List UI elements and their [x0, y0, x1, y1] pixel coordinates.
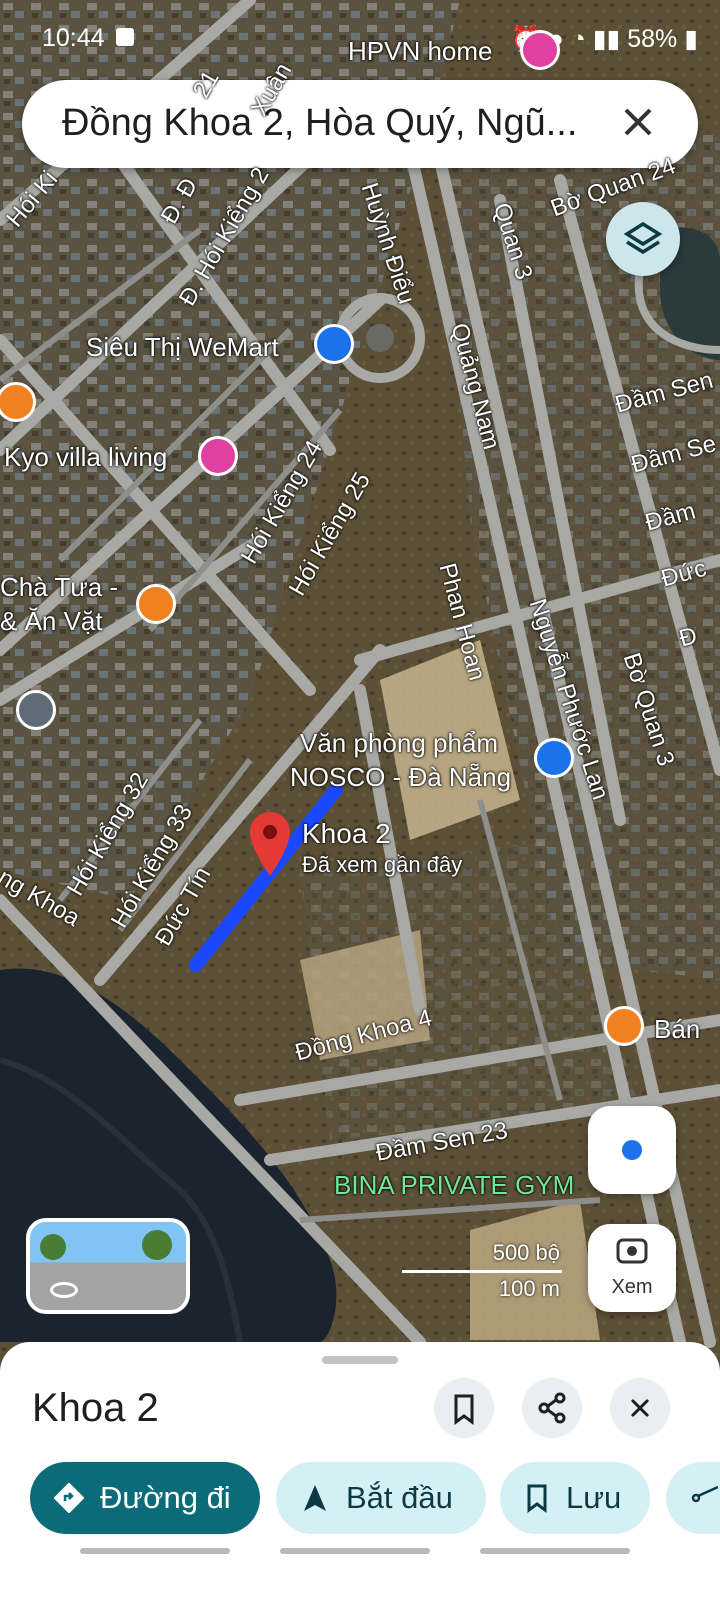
restaurant-poi-icon[interactable] [604, 1006, 644, 1046]
share-icon [691, 1485, 718, 1503]
place-label-cha-tua-2[interactable]: & Ăn Vặt [0, 606, 103, 637]
camera-search-button[interactable]: Xem [588, 1224, 676, 1312]
search-query[interactable]: Đồng Khoa 2, Hòa Quý, Ngũ... [62, 102, 577, 145]
battery-icon: ▮ [684, 25, 698, 53]
nav-indicator[interactable] [280, 1548, 430, 1554]
search-bar[interactable]: Đồng Khoa 2, Hòa Quý, Ngũ... [22, 80, 698, 168]
signal-icon: ▮▮ [592, 25, 621, 53]
directions-icon [54, 1483, 84, 1513]
map-scale: 500 bộ 100 m [402, 1240, 570, 1301]
hotel-poi-icon[interactable] [520, 30, 560, 70]
wifi-icon: ◔ [570, 25, 586, 53]
map-pin-icon[interactable] [248, 812, 292, 878]
shopping-bag-poi-icon[interactable] [534, 738, 574, 778]
battery-percent: 58% [627, 25, 678, 53]
notification-icon [116, 28, 134, 46]
close-icon [630, 1398, 650, 1418]
place-label-cha-tua[interactable]: Chà Tưa - [0, 572, 118, 603]
nav-indicator[interactable] [80, 1548, 230, 1554]
place-label-hpvn-home[interactable]: HPVN home [348, 36, 493, 67]
street-view-thumbnail[interactable] [26, 1218, 190, 1314]
share-chip-button[interactable] [666, 1462, 720, 1534]
pin-subtitle: Đã xem gần đây [302, 852, 463, 877]
navigation-arrow-icon [304, 1485, 326, 1511]
layers-button[interactable] [606, 202, 680, 276]
location-marker-icon[interactable] [16, 690, 56, 730]
rotate-360-icon [50, 1282, 78, 1298]
place-title: Khoa 2 [32, 1386, 159, 1430]
place-label-banh[interactable]: Bán [654, 1014, 700, 1045]
start-label: Bắt đầu [346, 1480, 453, 1515]
bookmark-icon [527, 1484, 547, 1513]
close-sheet-button[interactable] [610, 1378, 670, 1438]
scale-line [402, 1270, 562, 1273]
place-label-nosco[interactable]: NOSCO - Đà Nẵng [290, 762, 511, 793]
shopping-cart-poi-icon[interactable] [314, 324, 354, 364]
system-nav-bar [0, 1548, 720, 1600]
start-button[interactable]: Bắt đầu [276, 1462, 486, 1534]
save-button[interactable]: Lưu [500, 1462, 650, 1534]
pin-title[interactable]: Khoa 2 [302, 818, 391, 850]
save-bookmark-button[interactable] [434, 1378, 494, 1438]
scale-top-label: 500 bộ [492, 1240, 560, 1265]
scale-bottom-label: 100 m [498, 1276, 560, 1301]
place-label-wemart[interactable]: Siêu Thị WeMart [86, 332, 279, 363]
layers-icon [623, 221, 663, 255]
bookmark-icon [454, 1394, 474, 1425]
tree-icon [142, 1230, 172, 1260]
close-icon[interactable] [618, 102, 658, 142]
hotel-poi-icon[interactable] [198, 436, 238, 476]
my-location-button[interactable] [588, 1106, 676, 1194]
place-label-van-phong-pham[interactable]: Văn phòng phẩm [300, 728, 498, 759]
nav-indicator[interactable] [480, 1548, 630, 1554]
directions-button[interactable]: Đường đi [30, 1462, 260, 1534]
tree-icon [40, 1234, 66, 1260]
my-location-icon [622, 1140, 642, 1160]
sheet-drag-handle[interactable] [322, 1356, 398, 1364]
place-label-kyo-villa[interactable]: Kyo villa living [4, 442, 167, 473]
camera-search-label: Xem [611, 1276, 653, 1298]
status-time: 10:44 [42, 24, 105, 52]
save-label: Lưu [566, 1480, 622, 1515]
share-icon [538, 1392, 566, 1424]
place-label-bina-gym[interactable]: BINA PRIVATE GYM [334, 1170, 574, 1201]
share-button[interactable] [522, 1378, 582, 1438]
directions-label: Đường đi [100, 1480, 231, 1515]
cafe-poi-icon[interactable] [136, 584, 176, 624]
